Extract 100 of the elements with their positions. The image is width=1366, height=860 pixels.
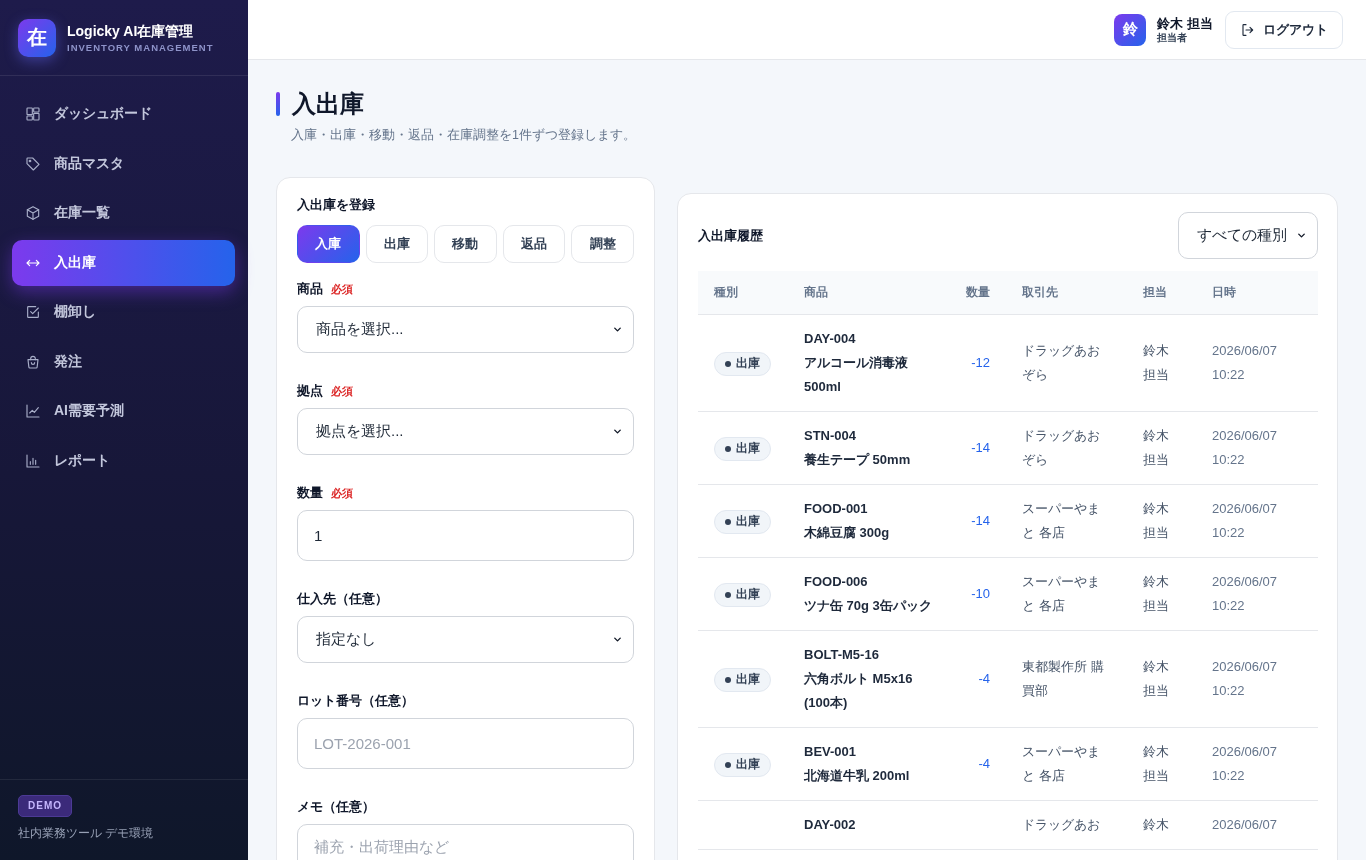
- field-label: 拠点: [297, 382, 323, 400]
- timestamp: 2026/06/07 10:22: [1212, 743, 1279, 785]
- timestamp: 2026/06/07 10:22: [1212, 500, 1279, 542]
- nav-item[interactable]: 発注: [12, 338, 235, 385]
- partner-name: スーパーやまと 各店: [1022, 743, 1101, 785]
- field-label: 仕入先（任意）: [297, 590, 388, 608]
- type-filter-dropdown[interactable]: すべての種別: [1178, 212, 1318, 259]
- staff-name: 鈴木担当: [1143, 573, 1170, 615]
- type-badge: 出庫: [714, 436, 771, 461]
- cube-icon: [25, 205, 41, 221]
- product-name: 北海道牛乳 200ml: [804, 767, 911, 785]
- dot-icon: [725, 591, 731, 598]
- column-header: 数量: [966, 286, 990, 298]
- nav-item[interactable]: AI需要予測: [12, 388, 235, 434]
- field-label: 数量: [297, 484, 323, 502]
- app-subtitle: INVENTORY MANAGEMENT: [67, 41, 214, 54]
- product-name: ツナ缶 70g 3缶パック: [804, 597, 933, 615]
- type-tab[interactable]: 調整: [571, 225, 634, 263]
- field-label: メモ（任意）: [297, 798, 375, 816]
- timestamp: 2026/06/07 10:22: [1212, 342, 1279, 384]
- required-tag: 必須: [331, 382, 353, 400]
- quantity-text: -4: [978, 756, 990, 771]
- demo-badge: DEMO: [18, 795, 72, 817]
- exit-arrow-icon: [1240, 21, 1256, 38]
- timestamp: 2026/06/07: [1212, 816, 1279, 834]
- product-name: 養生テープ 50mm: [804, 451, 912, 469]
- title-accent-bar: [276, 92, 280, 116]
- column-header: 担当: [1143, 286, 1167, 298]
- column-header: 種別: [714, 286, 738, 298]
- product-name: 木綿豆腐 300g: [804, 524, 891, 542]
- input-field[interactable]: LOT-2026-001: [297, 718, 634, 769]
- required-tag: 必須: [331, 484, 353, 502]
- page-title: 入出庫: [292, 89, 364, 119]
- staff-name: 鈴木担当: [1143, 743, 1170, 785]
- type-badge: 出庫: [714, 582, 771, 607]
- input-field[interactable]: 1: [297, 510, 634, 561]
- type-badge: 出庫: [714, 351, 771, 376]
- quantity-text: -14: [971, 513, 990, 528]
- dot-icon: [725, 518, 731, 525]
- partner-name: ドラッグあお: [1022, 816, 1101, 834]
- type-badge: 出庫: [714, 667, 771, 692]
- staff-name: 鈴木担当: [1143, 500, 1170, 542]
- staff-name: 鈴木担当: [1143, 342, 1170, 384]
- type-tab[interactable]: 入庫: [297, 225, 360, 263]
- nav-item[interactable]: 入出庫: [12, 239, 235, 286]
- text-area[interactable]: 補充・出荷理由など: [297, 824, 634, 860]
- user-role: 担当者: [1157, 31, 1188, 44]
- grid-icon: [25, 106, 41, 122]
- nav-item[interactable]: 在庫一覧: [12, 190, 235, 236]
- line-chart-icon: [25, 403, 41, 419]
- quantity-text: -12: [971, 355, 990, 370]
- dropdown-field[interactable]: 拠点を選択...: [297, 408, 634, 455]
- shopping-bag-icon: [25, 353, 41, 370]
- product-code: STN-004: [804, 427, 858, 445]
- partner-name: スーパーやまと 各店: [1022, 500, 1101, 542]
- type-tab[interactable]: 返品: [502, 225, 566, 263]
- quantity-text: -14: [971, 440, 990, 455]
- type-badge: 出庫: [714, 752, 771, 777]
- type-tab[interactable]: 移動: [434, 225, 497, 263]
- field-label: 商品: [297, 280, 323, 298]
- nav-item[interactable]: レポート: [12, 437, 235, 484]
- chevron-down-icon: [1296, 230, 1307, 241]
- product-code: BOLT-M5-16: [804, 646, 880, 664]
- staff-name: 鈴木: [1143, 816, 1170, 834]
- product-code: BEV-001: [804, 743, 858, 761]
- dropdown-field[interactable]: 商品を選択...: [297, 306, 634, 353]
- product-name: 六角ボルト M5x16 (100本): [804, 670, 914, 712]
- quantity-text: -4: [978, 671, 990, 686]
- staff-name: 鈴木担当: [1143, 658, 1170, 700]
- product-code: FOOD-006: [804, 573, 869, 591]
- product-code: DAY-004: [804, 330, 857, 348]
- field-label: ロット番号（任意）: [297, 692, 414, 710]
- history-title: 入出庫履歴: [698, 226, 763, 245]
- dot-icon: [725, 761, 731, 768]
- product-name: アルコール消毒液 500ml: [804, 354, 909, 396]
- chevron-down-icon: [612, 426, 623, 437]
- product-code: DAY-002: [804, 816, 857, 834]
- dropdown-field[interactable]: 指定なし: [297, 616, 634, 663]
- page-subtitle: 入庫・出庫・移動・返品・在庫調整を1件ずつ登録します。: [291, 127, 637, 144]
- logout-button[interactable]: ログアウト: [1225, 10, 1343, 49]
- product-code: FOOD-001: [804, 500, 869, 518]
- nav-item[interactable]: ダッシュボード: [12, 91, 235, 137]
- partner-name: スーパーやまと 各店: [1022, 573, 1101, 615]
- dot-icon: [725, 676, 731, 683]
- type-badge: 出庫: [714, 509, 771, 534]
- type-tab[interactable]: 出庫: [365, 225, 429, 263]
- logo-mark: 在: [18, 18, 56, 57]
- check-square-icon: [25, 304, 41, 320]
- partner-name: ドラッグあおぞら: [1022, 342, 1101, 384]
- partner-name: 東都製作所 購買部: [1022, 658, 1105, 700]
- timestamp: 2026/06/07 10:22: [1212, 427, 1279, 469]
- nav-item[interactable]: 商品マスタ: [12, 140, 235, 187]
- required-tag: 必須: [331, 280, 353, 298]
- user-avatar: 鈴: [1114, 13, 1147, 46]
- quantity-text: -10: [971, 586, 990, 601]
- nav-item[interactable]: 棚卸し: [12, 289, 235, 335]
- chevron-down-icon: [612, 324, 623, 335]
- column-header: 商品: [804, 286, 828, 298]
- dot-icon: [725, 445, 731, 452]
- staff-name: 鈴木担当: [1143, 427, 1170, 469]
